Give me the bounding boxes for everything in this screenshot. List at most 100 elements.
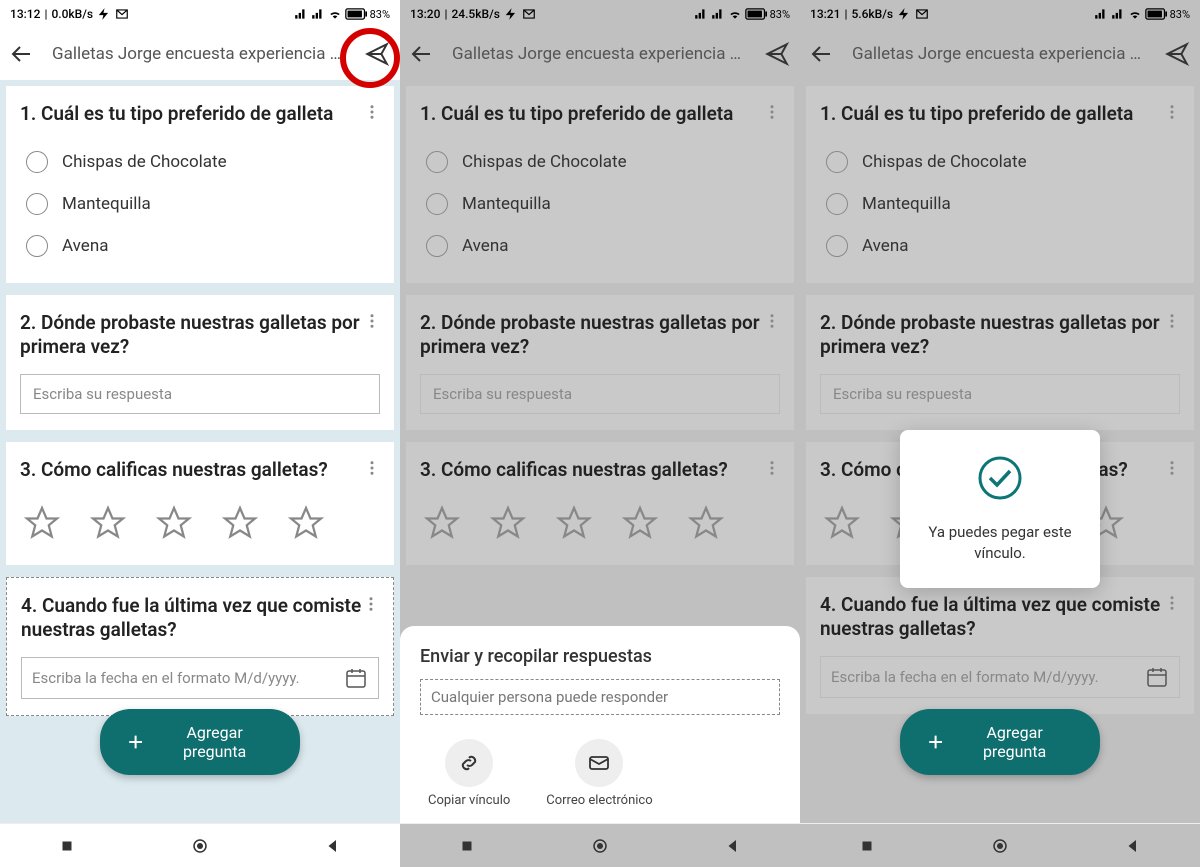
radio-icon (426, 235, 448, 257)
question-title: 2. Dónde probaste nuestras galletas por … (420, 311, 780, 360)
radio-option[interactable]: Avena (420, 225, 780, 267)
star-icon[interactable] (24, 505, 60, 541)
question-title: 3. Cómo calificas nuestras galletas? (420, 458, 780, 483)
radio-option[interactable]: Chispas de Chocolate (20, 141, 380, 183)
question-title: 4. Cuando fue la última vez que comiste … (21, 594, 379, 643)
star-icon[interactable] (90, 505, 126, 541)
send-icon[interactable] (1164, 41, 1190, 67)
star-icon[interactable] (288, 505, 324, 541)
status-bar: 13:21| 5.6kB/s 83% (800, 0, 1200, 28)
screen-2: 13:20| 24.5kB/s 83% Galletas Jorge encue… (400, 0, 800, 867)
more-button[interactable] (1160, 456, 1184, 480)
question-2: 2. Dónde probaste nuestras galletas por … (6, 295, 394, 430)
copy-link-action[interactable]: Copiar vínculo (428, 739, 510, 809)
more-button[interactable] (360, 456, 384, 480)
star-icon[interactable] (156, 505, 192, 541)
star-icon[interactable] (688, 505, 724, 541)
wifi-icon (328, 7, 342, 21)
email-action[interactable]: Correo electrónico (546, 739, 652, 809)
star-icon[interactable] (424, 505, 460, 541)
more-button[interactable] (760, 456, 784, 480)
mail-icon (915, 7, 929, 21)
more-button[interactable] (1160, 100, 1184, 124)
sheet-title: Enviar y recopilar respuestas (420, 646, 780, 667)
question-2: 2. Dónde probaste nuestras galletas por … (406, 295, 794, 430)
nav-bar (400, 823, 800, 867)
nav-home-icon[interactable] (191, 837, 209, 855)
signal-icon (1111, 7, 1125, 21)
radio-option[interactable]: Avena (20, 225, 380, 267)
send-icon[interactable] (364, 41, 390, 67)
nav-recent-icon[interactable] (58, 837, 76, 855)
screen-1: 13:12| 0.0kB/s 83% Galletas Jorge encues… (0, 0, 400, 867)
appbar-title: Galletas Jorge encuesta experiencia u... (852, 44, 1146, 64)
radio-option[interactable]: Chispas de Chocolate (420, 141, 780, 183)
star-rating[interactable] (20, 497, 380, 549)
text-input[interactable]: Escriba su respuesta (420, 374, 780, 414)
text-input[interactable]: Escriba su respuesta (820, 374, 1180, 414)
more-button[interactable] (760, 309, 784, 333)
star-rating[interactable] (420, 497, 780, 549)
radio-option[interactable]: Avena (820, 225, 1180, 267)
question-title: 2. Dónde probaste nuestras galletas por … (20, 311, 380, 360)
signal-icon (311, 7, 325, 21)
more-button[interactable] (1160, 591, 1184, 615)
radio-option[interactable]: Chispas de Chocolate (820, 141, 1180, 183)
question-title: 3. Cómo calificas nuestras galletas? (20, 458, 380, 483)
add-question-button[interactable]: Agregar pregunta (100, 709, 300, 775)
question-1: 1. Cuál es tu tipo preferido de galleta … (406, 86, 794, 283)
nav-home-icon[interactable] (591, 837, 609, 855)
back-icon[interactable] (10, 42, 34, 66)
nav-back-icon[interactable] (724, 837, 742, 855)
text-input[interactable]: Escriba su respuesta (20, 374, 380, 414)
back-icon[interactable] (810, 42, 834, 66)
star-icon[interactable] (222, 505, 258, 541)
radio-option[interactable]: Mantequilla (20, 183, 380, 225)
appbar-title: Galletas Jorge encuesta experiencia u... (52, 44, 346, 64)
more-button[interactable] (359, 592, 383, 616)
nav-recent-icon[interactable] (858, 837, 876, 855)
nav-back-icon[interactable] (1124, 837, 1142, 855)
date-input[interactable]: Escriba la fecha en el formato M/d/yyyy. (820, 656, 1180, 698)
more-button[interactable] (360, 100, 384, 124)
battery-icon (745, 7, 767, 21)
status-battery: 83% (370, 8, 390, 21)
add-question-button[interactable]: Agregar pregunta (900, 709, 1100, 775)
mail-icon (522, 7, 536, 21)
question-title: 1. Cuál es tu tipo preferido de galleta (820, 102, 1180, 127)
form-content: 1. Cuál es tu tipo preferido de galleta … (800, 80, 1200, 823)
question-2: 2. Dónde probaste nuestras galletas por … (806, 295, 1194, 430)
form-content: 1. Cuál es tu tipo preferido de galleta … (400, 80, 800, 823)
nav-back-icon[interactable] (324, 837, 342, 855)
nav-home-icon[interactable] (991, 837, 1009, 855)
question-title: 4. Cuando fue la última vez que comiste … (820, 593, 1180, 642)
status-bar: 13:20| 24.5kB/s 83% (400, 0, 800, 28)
question-title: 2. Dónde probaste nuestras galletas por … (820, 311, 1180, 360)
send-icon[interactable] (764, 41, 790, 67)
radio-option[interactable]: Mantequilla (420, 183, 780, 225)
star-icon[interactable] (556, 505, 592, 541)
star-icon[interactable] (622, 505, 658, 541)
date-input[interactable]: Escriba la fecha en el formato M/d/yyyy. (21, 657, 379, 699)
share-sheet: Enviar y recopilar respuestas Cualquier … (400, 626, 800, 823)
radio-icon (26, 193, 48, 215)
more-button[interactable] (360, 309, 384, 333)
wifi-icon (728, 7, 742, 21)
status-speed: 24.5kB/s (451, 7, 500, 21)
wifi-icon (1128, 7, 1142, 21)
question-1: 1. Cuál es tu tipo preferido de galleta … (806, 86, 1194, 283)
radio-icon (426, 151, 448, 173)
star-icon[interactable] (490, 505, 526, 541)
nav-recent-icon[interactable] (458, 837, 476, 855)
sheet-permission-field[interactable]: Cualquier persona puede responder (420, 679, 780, 715)
more-button[interactable] (1160, 309, 1184, 333)
plus-icon (926, 732, 945, 752)
star-icon[interactable] (824, 505, 860, 541)
appbar-title: Galletas Jorge encuesta experiencia u... (452, 44, 746, 64)
question-title: 1. Cuál es tu tipo preferido de galleta (20, 102, 380, 127)
app-bar: Galletas Jorge encuesta experiencia u... (0, 28, 400, 80)
radio-option[interactable]: Mantequilla (820, 183, 1180, 225)
back-icon[interactable] (410, 42, 434, 66)
more-button[interactable] (760, 100, 784, 124)
calendar-icon (1145, 665, 1169, 689)
